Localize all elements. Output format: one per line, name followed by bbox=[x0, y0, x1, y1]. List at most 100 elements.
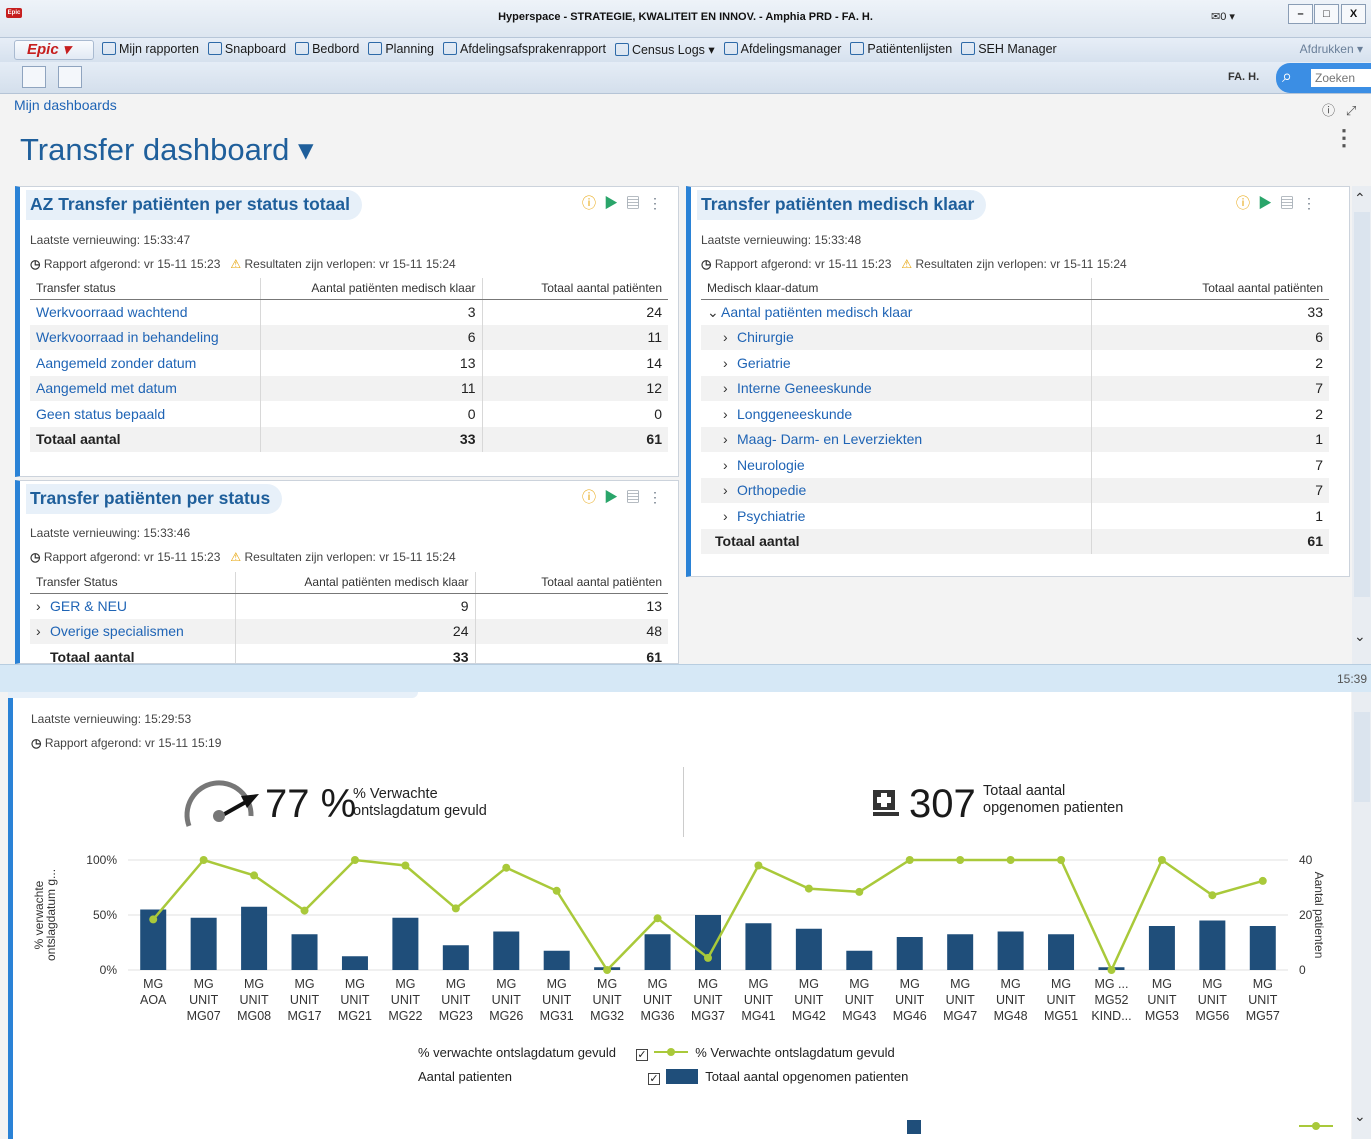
search-icon[interactable]: ⌕ bbox=[1282, 66, 1302, 86]
minimize-button[interactable]: – bbox=[1288, 4, 1313, 24]
table-row[interactable]: › Longgeneeskunde 2 bbox=[701, 401, 1329, 427]
report-icon[interactable]: ▤ bbox=[626, 489, 648, 505]
chevron-right-icon[interactable]: › bbox=[36, 623, 50, 639]
table-row[interactable]: › Maag- Darm- en Leverziekten 1 bbox=[701, 426, 1329, 452]
chevron-right-icon[interactable]: › bbox=[723, 380, 737, 396]
chevron-right-icon[interactable]: › bbox=[723, 406, 737, 422]
menu-item-7[interactable]: Patiëntenlijsten bbox=[850, 42, 952, 57]
row-label-link[interactable]: Aangemeld met datum bbox=[30, 375, 261, 401]
bar bbox=[291, 934, 318, 970]
print-button[interactable]: Afdrukken ▾ bbox=[1300, 42, 1363, 56]
maximize-button[interactable]: □ bbox=[1314, 4, 1339, 24]
run-icon[interactable]: ▶ bbox=[604, 195, 626, 211]
epic-menu-button[interactable]: Epic ▾ bbox=[14, 40, 94, 60]
bedboard-tab-icon[interactable] bbox=[58, 66, 82, 88]
column-header[interactable]: Aantal patiënten medisch klaar bbox=[260, 278, 483, 300]
more-icon[interactable]: ⋮ bbox=[648, 195, 670, 211]
card-actions[interactable]: ⓘ▶▤⋮ bbox=[582, 193, 670, 213]
mail-indicator[interactable]: ✉0 ▾ bbox=[1211, 10, 1235, 23]
column-header[interactable]: Transfer status bbox=[30, 278, 261, 300]
row-label-link[interactable]: Geen status bepaald bbox=[30, 401, 261, 427]
menu-item-3[interactable]: Planning bbox=[368, 42, 434, 57]
expandable-row-label[interactable]: › Maag- Darm- en Leverziekten bbox=[701, 426, 1092, 452]
column-header[interactable]: Medisch klaar-datum bbox=[701, 278, 1092, 300]
row-label-link[interactable]: Aangemeld zonder datum bbox=[30, 350, 261, 376]
more-icon[interactable]: ⋮ bbox=[648, 489, 670, 505]
expandable-row-label[interactable]: › Orthopedie bbox=[701, 477, 1092, 503]
chevron-right-icon[interactable]: › bbox=[36, 598, 50, 614]
expandable-row-label[interactable]: › Psychiatrie bbox=[701, 503, 1092, 529]
scroll-down-icon[interactable]: ⌄ bbox=[1354, 1108, 1366, 1125]
table-row[interactable]: Aangemeld met datum 11 12 bbox=[30, 375, 668, 401]
page-title[interactable]: Transfer dashboard ▾ bbox=[20, 132, 314, 168]
x-tick-label: MG bbox=[647, 977, 667, 991]
menu-item-0[interactable]: Mijn rapporten bbox=[102, 42, 199, 57]
table-row[interactable]: › Overige specialismen 24 48 bbox=[30, 618, 668, 644]
expandable-row-label[interactable]: › Neurologie bbox=[701, 452, 1092, 478]
expandable-row-label[interactable]: › Longgeneeskunde bbox=[701, 401, 1092, 427]
table-row[interactable]: › Psychiatrie 1 bbox=[701, 503, 1329, 529]
expandable-row-label[interactable]: › Interne Geneeskunde bbox=[701, 375, 1092, 401]
legend-checkbox[interactable]: ✓ bbox=[647, 1073, 660, 1085]
table-row[interactable]: › GER & NEU 9 13 bbox=[30, 593, 668, 619]
table-row[interactable]: Werkvoorraad in behandeling 6 11 bbox=[30, 324, 668, 350]
dashboard-tab-icon[interactable] bbox=[22, 66, 46, 88]
menu-item-4[interactable]: Afdelingsafsprakenrapport bbox=[443, 42, 606, 57]
row-label-link[interactable]: Werkvoorraad in behandeling bbox=[30, 324, 261, 350]
scrollbar-thumb[interactable] bbox=[1354, 212, 1370, 597]
card-actions[interactable]: ⓘ▶▤⋮ bbox=[1236, 193, 1324, 213]
chevron-right-icon[interactable]: › bbox=[723, 355, 737, 371]
run-icon[interactable]: ▶ bbox=[1258, 195, 1280, 211]
info-warning-icon[interactable]: ⓘ bbox=[582, 195, 604, 211]
row-label-link[interactable]: Werkvoorraad wachtend bbox=[30, 299, 261, 325]
menu-item-8[interactable]: SEH Manager bbox=[961, 42, 1057, 57]
scroll-down-icon[interactable]: ⌄ bbox=[1354, 628, 1366, 645]
table-row[interactable]: › Chirurgie 6 bbox=[701, 324, 1329, 350]
info-warning-icon[interactable]: ⓘ bbox=[1236, 195, 1258, 211]
menu-item-6[interactable]: Afdelingsmanager bbox=[723, 42, 841, 57]
chevron-right-icon[interactable]: › bbox=[723, 482, 737, 498]
help-expand-icons[interactable]: ⓘ ⤢ bbox=[1322, 100, 1356, 119]
column-header[interactable]: Totaal aantal patiënten bbox=[482, 278, 668, 300]
search-input[interactable] bbox=[1311, 69, 1371, 87]
breadcrumb[interactable]: Mijn dashboards bbox=[14, 97, 117, 113]
table-row[interactable]: Aangemeld zonder datum 13 14 bbox=[30, 350, 668, 376]
menu-item-2[interactable]: Bedbord bbox=[295, 42, 359, 57]
chevron-down-icon[interactable]: ⌄ bbox=[707, 304, 721, 321]
column-header[interactable]: Totaal aantal patiënten bbox=[1091, 278, 1329, 300]
table-row[interactable]: › Neurologie 7 bbox=[701, 452, 1329, 478]
legend-checkbox[interactable]: ✓ bbox=[636, 1049, 649, 1061]
more-icon[interactable]: ⋮ bbox=[1302, 195, 1324, 211]
table-row[interactable]: Geen status bepaald 0 0 bbox=[30, 401, 668, 427]
scroll-up-icon[interactable]: ⌃ bbox=[1354, 190, 1366, 207]
report-icon[interactable]: ▤ bbox=[626, 195, 648, 211]
menu-item-1[interactable]: Snapboard bbox=[207, 42, 286, 57]
card-actions[interactable]: ⓘ▶▤⋮ bbox=[582, 487, 670, 507]
expandable-row-label[interactable]: › Chirurgie bbox=[701, 324, 1092, 350]
table-row[interactable]: Werkvoorraad wachtend 3 24 bbox=[30, 299, 668, 325]
report-icon[interactable]: ▤ bbox=[1280, 195, 1302, 211]
legend-row-line[interactable]: % verwachte ontslagdatum gevuld ✓ % Verwa… bbox=[418, 1045, 895, 1061]
chevron-right-icon[interactable]: › bbox=[723, 431, 737, 447]
run-icon[interactable]: ▶ bbox=[604, 489, 626, 505]
more-options-icon[interactable]: ⋮ bbox=[1333, 127, 1355, 149]
table-row[interactable]: › Orthopedie 7 bbox=[701, 477, 1329, 503]
group-label[interactable]: ⌄ Aantal patiënten medisch klaar bbox=[701, 299, 1092, 325]
column-header[interactable]: Aantal patiënten medisch klaar bbox=[235, 572, 476, 594]
group-row[interactable]: ⌄ Aantal patiënten medisch klaar 33 bbox=[701, 299, 1329, 325]
chevron-right-icon[interactable]: › bbox=[723, 508, 737, 524]
scrollbar-thumb[interactable] bbox=[1354, 712, 1370, 802]
chevron-right-icon[interactable]: › bbox=[723, 329, 737, 345]
expandable-row-label[interactable]: › Geriatrie bbox=[701, 350, 1092, 376]
info-warning-icon[interactable]: ⓘ bbox=[582, 489, 604, 505]
column-header[interactable]: Totaal aantal patiënten bbox=[475, 572, 668, 594]
table-row[interactable]: › Interne Geneeskunde 7 bbox=[701, 375, 1329, 401]
chevron-right-icon[interactable]: › bbox=[723, 457, 737, 473]
close-button[interactable]: X bbox=[1341, 4, 1366, 24]
legend-row-bar[interactable]: Aantal patienten ✓ Totaal aantal opgenome… bbox=[418, 1069, 908, 1085]
column-header[interactable]: Transfer Status bbox=[30, 572, 236, 594]
table-row[interactable]: › Geriatrie 2 bbox=[701, 350, 1329, 376]
expandable-row-label[interactable]: › GER & NEU bbox=[30, 593, 236, 619]
expandable-row-label[interactable]: › Overige specialismen bbox=[30, 618, 236, 644]
menu-item-5[interactable]: Census Logs ▾ bbox=[614, 42, 715, 57]
